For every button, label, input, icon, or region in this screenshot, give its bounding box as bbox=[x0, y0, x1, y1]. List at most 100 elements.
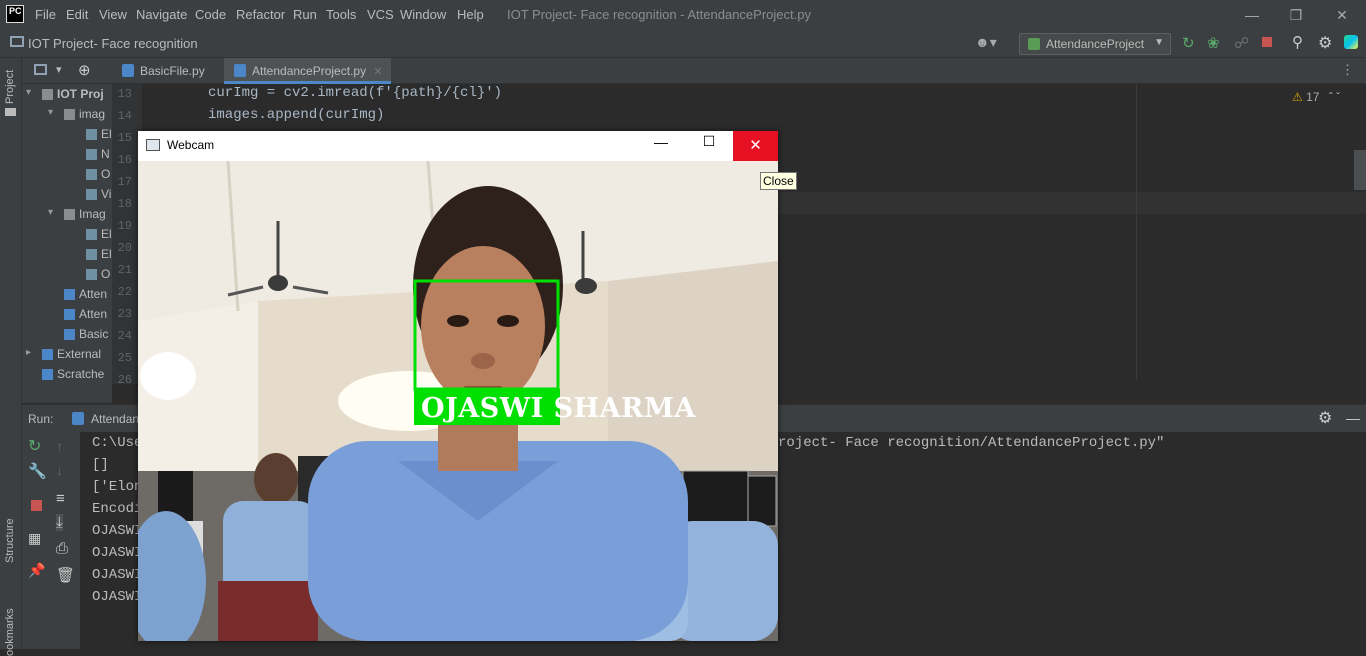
debug-icon[interactable]: ❀ bbox=[1207, 34, 1220, 52]
chevron-icon[interactable]: ▾ bbox=[48, 107, 53, 118]
tree-item[interactable]: Scratche bbox=[22, 365, 112, 385]
close-button[interactable]: ✕ bbox=[733, 131, 778, 161]
minimize-icon[interactable]: — bbox=[1238, 4, 1266, 26]
chevron-icon[interactable]: ▾ bbox=[26, 87, 31, 98]
chevron-icon[interactable]: ▸ bbox=[26, 347, 31, 358]
webcam-window[interactable]: Webcam — ☐ ✕ OJASWI SHARMA bbox=[138, 131, 778, 641]
tree-item[interactable]: Vi bbox=[22, 185, 112, 205]
folder-icon bbox=[64, 109, 75, 120]
menu-view[interactable]: View bbox=[99, 7, 127, 22]
chevron-down-icon[interactable]: ▾ bbox=[56, 63, 62, 76]
line-number: 19 bbox=[117, 219, 132, 233]
more-icon[interactable]: ⋮ bbox=[1341, 62, 1354, 78]
menu-help[interactable]: Help bbox=[457, 7, 484, 22]
pin-icon[interactable]: 📌 bbox=[28, 562, 45, 579]
project-icon bbox=[10, 36, 24, 47]
menu-edit[interactable]: Edit bbox=[66, 7, 88, 22]
arrow-down-icon[interactable]: ↓ bbox=[56, 462, 63, 478]
menu-code[interactable]: Code bbox=[195, 7, 226, 22]
menu-run[interactable]: Run bbox=[293, 7, 317, 22]
tree-item-label: Vi bbox=[101, 187, 112, 201]
scroll-to-end-icon[interactable]: ⤓ bbox=[56, 514, 63, 531]
python-file-icon bbox=[234, 64, 246, 77]
user-icon[interactable]: ☻▾ bbox=[975, 34, 997, 51]
code-line-13: curImg = cv2.imread(f'{path}/{cl}') bbox=[208, 85, 503, 101]
tree-item[interactable]: El bbox=[22, 125, 112, 145]
chevron-down-icon[interactable]: ˇ bbox=[1336, 90, 1340, 104]
gear-icon[interactable]: ⚙ bbox=[1318, 33, 1332, 53]
gear-icon[interactable]: ⚙ bbox=[1318, 408, 1332, 428]
editor-scrollbar[interactable] bbox=[1354, 150, 1366, 190]
coverage-icon[interactable]: ☍ bbox=[1234, 34, 1249, 52]
webcam-title-bar[interactable]: Webcam — ☐ ✕ bbox=[138, 131, 778, 161]
left-tool-strip: Project Structure ookmarks bbox=[0, 58, 22, 656]
menu-navigate[interactable]: Navigate bbox=[136, 7, 187, 22]
window-icon bbox=[146, 139, 160, 151]
trash-icon[interactable]: 🗑 bbox=[56, 566, 75, 584]
tree-item[interactable]: Basic bbox=[22, 325, 112, 345]
project-tool-tab[interactable]: Project bbox=[4, 70, 16, 104]
tree-item[interactable]: El bbox=[22, 225, 112, 245]
console-path-tail: roject- Face recognition/AttendanceProje… bbox=[778, 435, 1165, 451]
line-number: 16 bbox=[117, 153, 132, 167]
tab-close-icon[interactable]: ✕ bbox=[373, 66, 382, 78]
warning-number: 17 bbox=[1306, 90, 1320, 104]
hide-panel-icon[interactable]: — bbox=[1346, 410, 1360, 426]
tree-item-label: Atten bbox=[79, 307, 108, 321]
rerun-icon[interactable]: ↻ bbox=[1182, 34, 1195, 52]
tab-basicfile[interactable]: BasicFile.py bbox=[112, 58, 213, 84]
stop-icon[interactable] bbox=[31, 500, 42, 511]
tab-label: BasicFile.py bbox=[140, 64, 205, 78]
jetbrains-icon[interactable] bbox=[1344, 35, 1358, 49]
wrench-icon[interactable]: 🔧 bbox=[28, 462, 47, 480]
tree-item-label: External bbox=[57, 347, 102, 361]
line-number: 22 bbox=[117, 285, 132, 299]
soft-wrap-icon[interactable]: ≡ bbox=[56, 490, 65, 507]
chevron-icon[interactable]: ▾ bbox=[48, 207, 53, 218]
image-file-icon bbox=[86, 249, 97, 260]
breadcrumb-project[interactable]: IOT Project- Face recognition bbox=[28, 36, 198, 51]
tree-item[interactable]: Atten bbox=[22, 305, 112, 325]
stop-icon[interactable] bbox=[1262, 37, 1272, 47]
tree-item[interactable]: ▾ imag bbox=[22, 105, 112, 125]
rerun-icon[interactable]: ↻ bbox=[28, 436, 41, 456]
menu-window[interactable]: Window bbox=[400, 7, 446, 22]
tree-item[interactable]: N bbox=[22, 145, 112, 165]
structure-tool-tab[interactable]: Structure bbox=[4, 518, 16, 563]
project-view-icon[interactable] bbox=[34, 64, 47, 75]
warning-icon: ⚠ bbox=[1292, 90, 1303, 104]
tab-attendanceproject[interactable]: AttendanceProject.py ✕ bbox=[224, 58, 391, 84]
chevron-up-icon[interactable]: ˆ bbox=[1329, 90, 1333, 104]
tree-item[interactable]: O bbox=[22, 165, 112, 185]
tree-item[interactable]: ▾ Imag bbox=[22, 205, 112, 225]
tree-item[interactable]: El bbox=[22, 245, 112, 265]
search-icon[interactable]: ⚲ bbox=[1292, 33, 1303, 51]
tree-item-label: O bbox=[101, 267, 111, 281]
tree-item[interactable]: Atten bbox=[22, 285, 112, 305]
menu-vcs[interactable]: VCS bbox=[367, 7, 394, 22]
run-config-dropdown[interactable]: AttendanceProject ▼ bbox=[1019, 33, 1171, 55]
tree-item-label: Scratche bbox=[57, 367, 105, 381]
folder-icon bbox=[64, 329, 75, 340]
tree-item[interactable]: ▸ External bbox=[22, 345, 112, 365]
close-icon[interactable]: ✕ bbox=[1328, 4, 1356, 26]
menu-file[interactable]: File bbox=[35, 7, 56, 22]
minimize-icon[interactable]: — bbox=[646, 134, 676, 158]
tree-item[interactable]: O bbox=[22, 265, 112, 285]
project-pane: ▾ ⊕ ▾ IOT Proj ▾ imag El N O Vi ▾ Imag El El O Atten A… bbox=[22, 58, 112, 403]
tree-item-label: O bbox=[101, 167, 111, 181]
crosshair-icon[interactable]: ⊕ bbox=[78, 61, 91, 79]
print-icon[interactable]: ⎙ bbox=[56, 540, 68, 557]
arrow-up-icon[interactable]: ↑ bbox=[56, 438, 63, 454]
editor-tabs: BasicFile.py AttendanceProject.py ✕ ⋮ bbox=[112, 58, 1366, 84]
menu-tools[interactable]: Tools bbox=[326, 7, 356, 22]
restore-icon[interactable]: ❐ bbox=[1282, 4, 1310, 26]
run-config-tab[interactable]: Attendanc bbox=[91, 412, 145, 426]
menu-refactor[interactable]: Refactor bbox=[236, 7, 285, 22]
console-line: ['Elon bbox=[92, 479, 143, 495]
warning-count[interactable]: ⚠ 17 ˆ ˇ bbox=[1292, 90, 1340, 104]
tree-item[interactable]: ▾ IOT Proj bbox=[22, 85, 112, 105]
maximize-icon[interactable]: ☐ bbox=[694, 133, 724, 157]
tab-label: AttendanceProject.py bbox=[252, 64, 367, 78]
layout-icon[interactable]: ▦ bbox=[28, 530, 41, 547]
